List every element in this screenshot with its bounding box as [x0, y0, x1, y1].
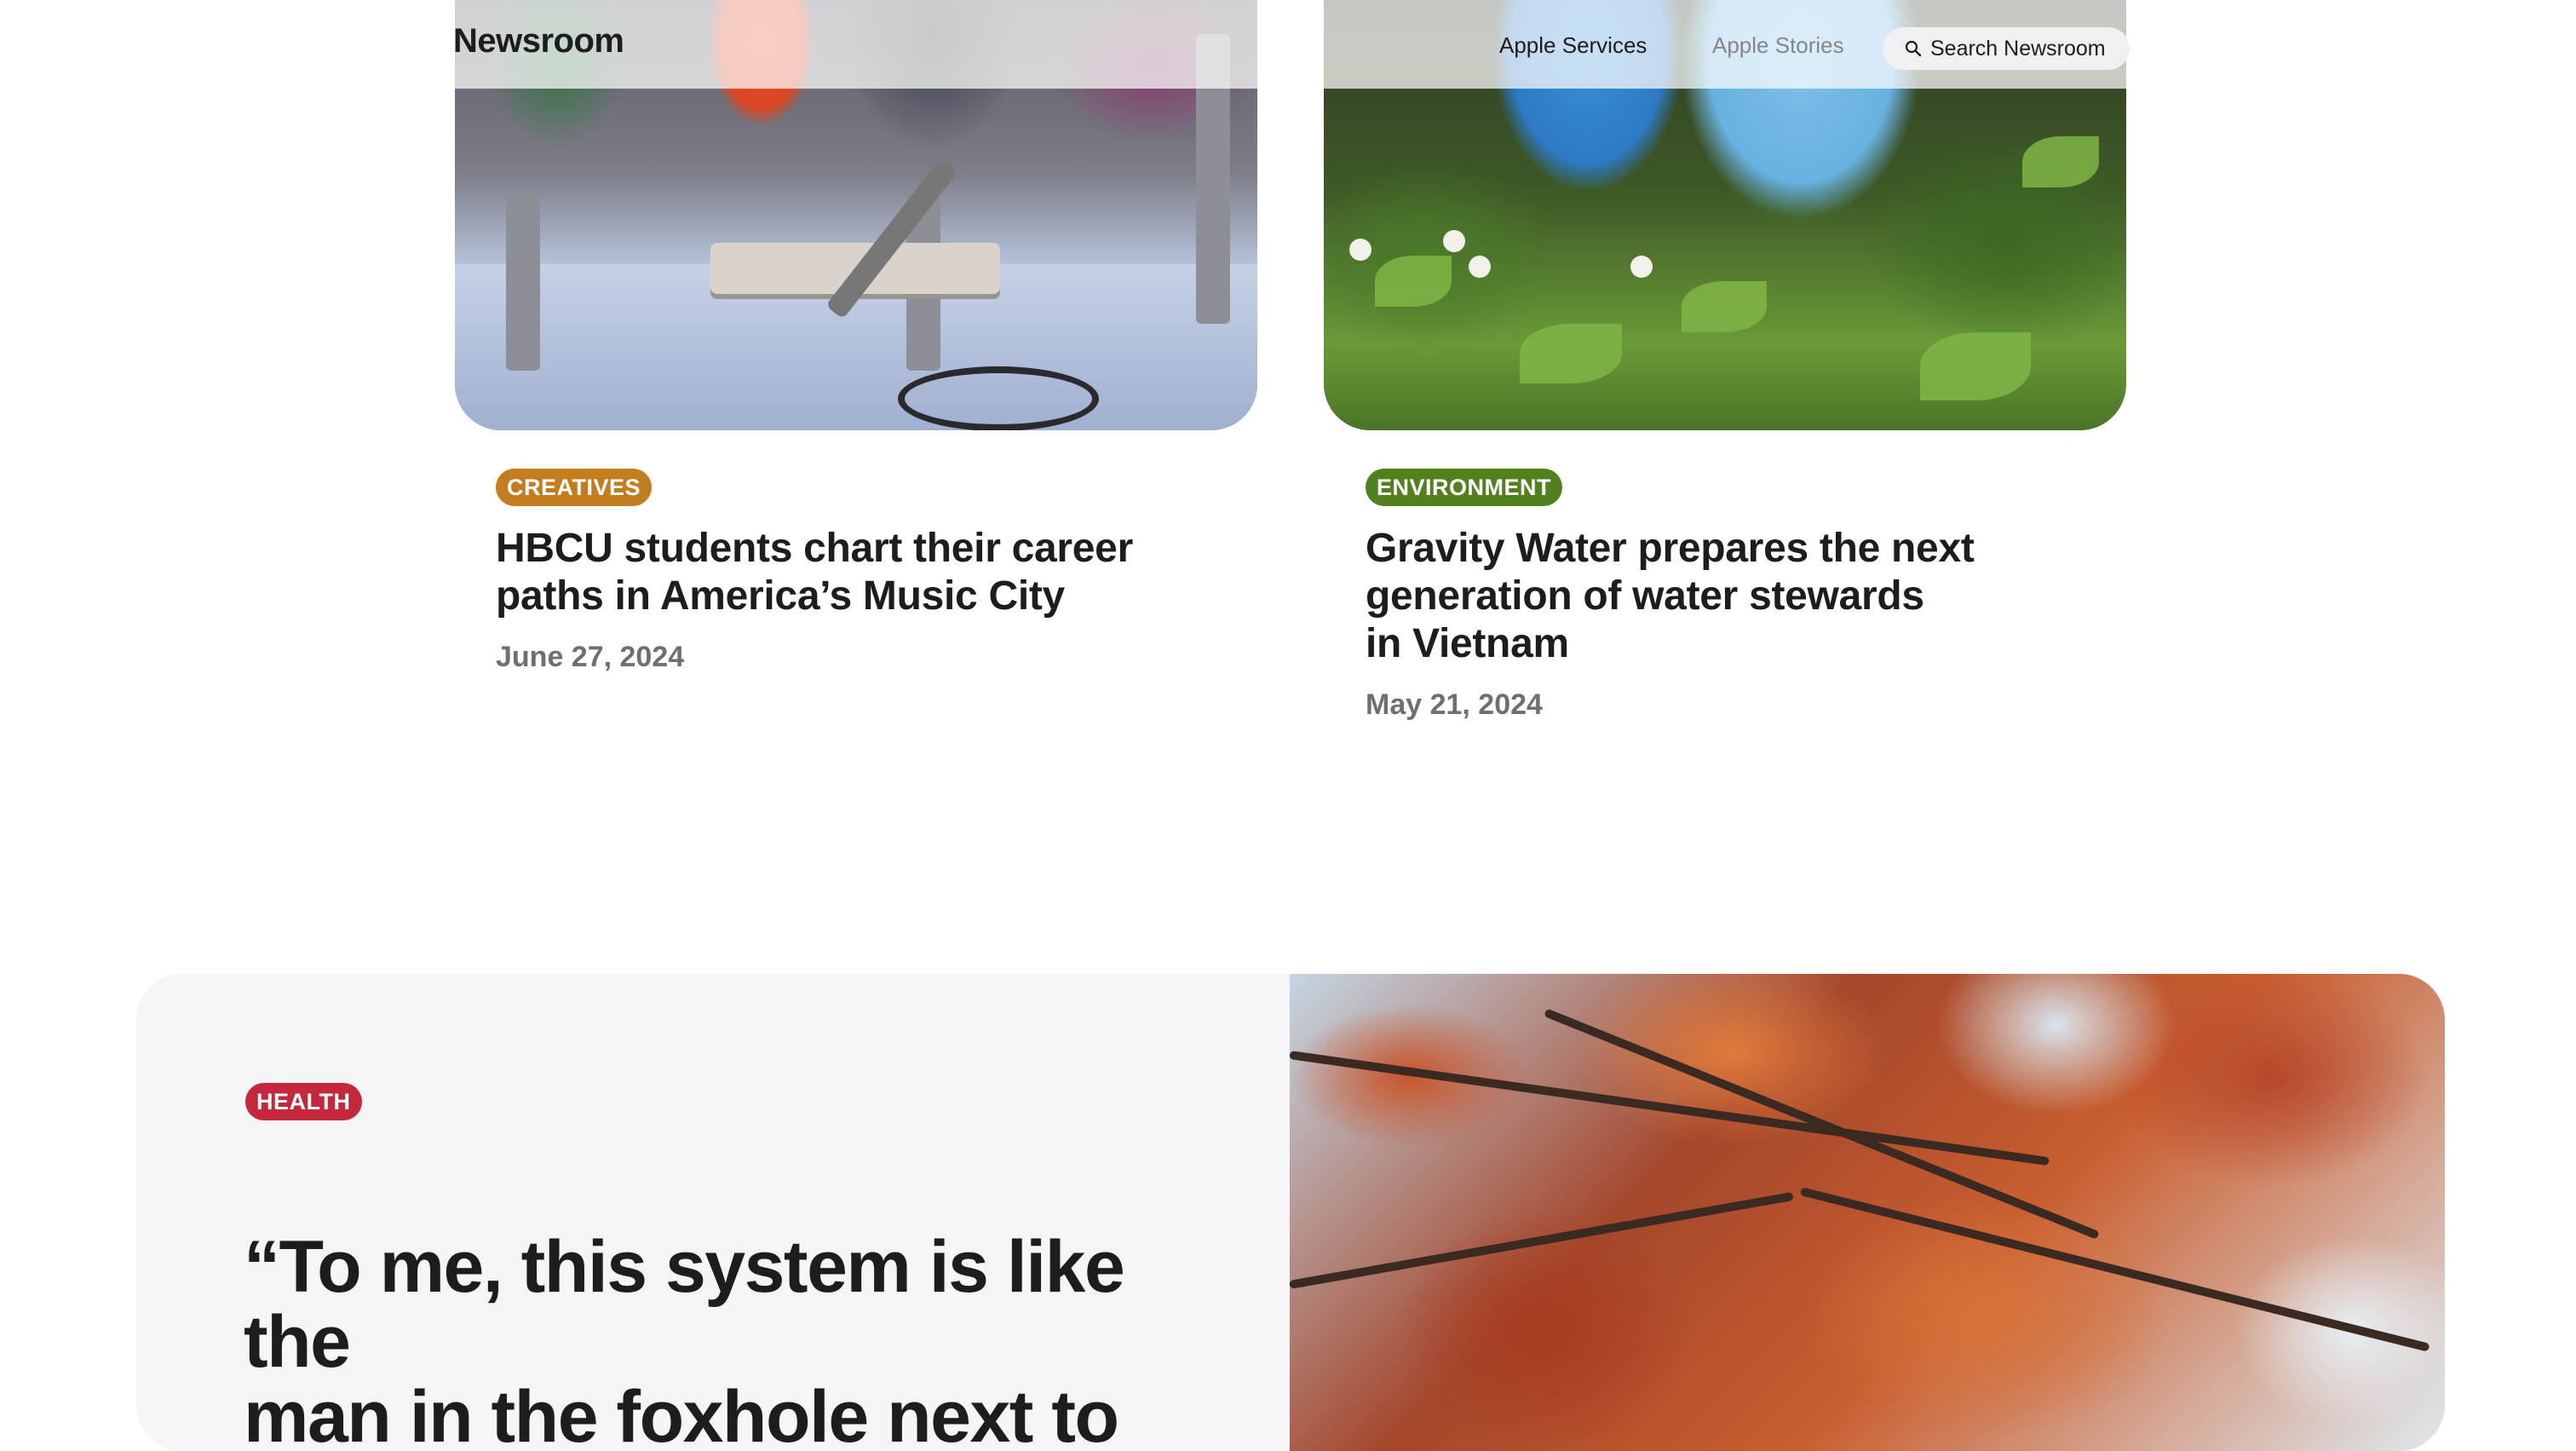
- photo-branch: [1289, 1191, 1794, 1289]
- article-headline[interactable]: HBCU students chart their career paths i…: [496, 525, 1194, 620]
- headline-line: generation of water stewards: [1366, 573, 1924, 619]
- headline-line: Gravity Water prepares the next: [1366, 526, 1975, 571]
- newsroom-nav: Newsroom Apple Services Apple Stories Se…: [298, 0, 2283, 89]
- nav-fade-left: [298, 0, 366, 89]
- article-date: May 21, 2024: [1366, 688, 1543, 721]
- headline-line: paths in America’s Music City: [496, 573, 1065, 619]
- search-icon: [1905, 40, 1922, 57]
- article-card[interactable]: ENVIRONMENT Gravity Water prepares the n…: [1366, 469, 2064, 722]
- featured-quote[interactable]: “To me, this system is like the man in t…: [244, 1229, 1223, 1451]
- featured-story-text: HEALTH “To me, this system is like the m…: [136, 974, 1290, 1451]
- search-newsroom-label: Search Newsroom: [1930, 36, 2106, 60]
- photo-leaf: [1375, 256, 1452, 307]
- headline-line: HBCU students chart their career: [496, 526, 1133, 571]
- photo-post: [506, 192, 540, 371]
- photo-leaf: [2022, 136, 2099, 187]
- photo-leaf: [1682, 281, 1767, 332]
- photo-leaf: [1520, 324, 1622, 383]
- photo-cable: [898, 366, 1099, 430]
- quote-line: “To me, this system is like the: [244, 1226, 1125, 1383]
- featured-story-image[interactable]: [1289, 974, 2445, 1451]
- nav-link-apple-stories[interactable]: Apple Stories: [1712, 32, 1844, 59]
- photo-flower: [1349, 239, 1371, 261]
- photo-flower: [1443, 230, 1465, 252]
- photo-branch: [1544, 1008, 2100, 1240]
- newsroom-home-link[interactable]: Newsroom: [453, 22, 624, 60]
- category-badge: HEALTH: [245, 1083, 362, 1120]
- photo-flower: [1630, 256, 1653, 278]
- article-headline[interactable]: Gravity Water prepares the next generati…: [1366, 525, 2064, 668]
- headline-line: in Vietnam: [1366, 621, 1569, 666]
- nav-fade-right: [2215, 0, 2283, 89]
- article-card[interactable]: CREATIVES HBCU students chart their care…: [496, 469, 1194, 674]
- photo-branch: [1799, 1187, 2430, 1352]
- photo-leaf: [1920, 332, 2031, 400]
- photo-flower: [1469, 256, 1491, 278]
- search-newsroom-button[interactable]: Search Newsroom: [1883, 27, 2130, 70]
- category-badge: ENVIRONMENT: [1366, 469, 1563, 506]
- quote-line: man in the foxhole next to: [244, 1376, 1119, 1451]
- featured-story[interactable]: HEALTH “To me, this system is like the m…: [136, 974, 2445, 1451]
- category-badge: CREATIVES: [496, 469, 653, 506]
- article-date: June 27, 2024: [496, 641, 685, 673]
- photo-branch: [1289, 1051, 2050, 1166]
- nav-link-apple-services[interactable]: Apple Services: [1499, 32, 1647, 59]
